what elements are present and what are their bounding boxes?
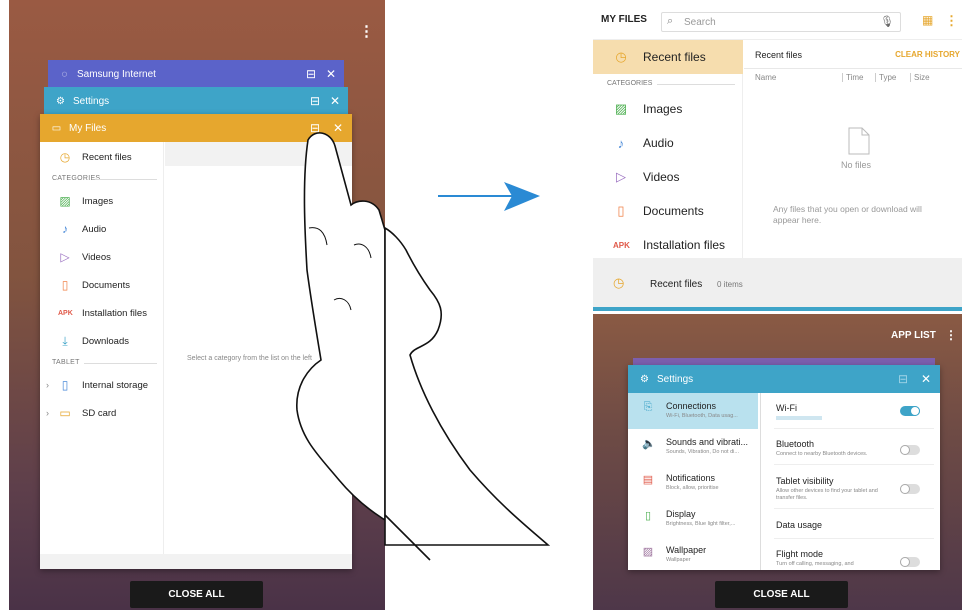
speaker-icon: 🔈 bbox=[642, 438, 656, 450]
app-title: MY FILES bbox=[601, 14, 647, 25]
footer-label: Recent files bbox=[650, 279, 703, 290]
bluetooth-toggle[interactable] bbox=[900, 445, 920, 455]
settings-menu: ⎘ Connections Wi-Fi, Bluetooth, Data usag… bbox=[628, 393, 761, 570]
section-label: CATEGORIES bbox=[607, 80, 653, 87]
sidebar-item-audio[interactable]: ♪ Audio bbox=[593, 126, 743, 160]
panel-heading: Recent files bbox=[755, 50, 803, 60]
recent-files-footer[interactable]: ◷ Recent files 0 items bbox=[593, 258, 962, 308]
setting-title: Data usage bbox=[776, 520, 823, 530]
empty-state-title: No files bbox=[841, 160, 872, 170]
column-header-size[interactable]: Size bbox=[910, 73, 930, 82]
sidebar-item-documents[interactable]: ▯ Documents bbox=[593, 194, 743, 228]
settings-item-subtitle: Brightness, Blue light filter,... bbox=[666, 521, 736, 527]
close-icon[interactable]: ✕ bbox=[921, 365, 931, 393]
search-input[interactable]: ⌕ Search 🎙 bbox=[661, 12, 901, 32]
settings-item-title: Wallpaper bbox=[666, 545, 707, 555]
wifi-toggle[interactable] bbox=[900, 406, 920, 416]
app-list-label[interactable]: APP LIST bbox=[891, 330, 936, 341]
settings-item-subtitle: Block, allow, prioritise bbox=[666, 485, 719, 491]
settings-item-connections[interactable]: ⎘ Connections Wi-Fi, Bluetooth, Data usag… bbox=[628, 393, 758, 429]
document-icon: ▯ bbox=[617, 203, 625, 218]
settings-item-subtitle: Wi-Fi, Bluetooth, Data usag... bbox=[666, 413, 738, 419]
clock-icon: ◷ bbox=[613, 275, 625, 290]
sidebar-item-label: Documents bbox=[643, 204, 704, 218]
more-options-icon[interactable]: ⋮ bbox=[945, 13, 958, 29]
image-icon: ▨ bbox=[614, 101, 628, 116]
settings-item-title: Notifications bbox=[666, 473, 716, 483]
my-files-sidebar: ◷ Recent files CATEGORIES ▨ Images ♪ Aud… bbox=[593, 40, 743, 258]
settings-item-title: Display bbox=[666, 509, 696, 519]
setting-subtitle: Allow other devices to find your tablet … bbox=[776, 488, 878, 501]
sidebar-item-images[interactable]: ▨ Images bbox=[593, 92, 743, 126]
setting-data-usage[interactable]: Data usage bbox=[776, 520, 928, 530]
settings-item-wallpaper[interactable]: ▨ Wallpaper Wallpaper bbox=[628, 537, 758, 570]
divider bbox=[774, 538, 934, 539]
divider bbox=[657, 84, 735, 85]
empty-file-icon bbox=[848, 127, 870, 155]
settings-icon: ⚙ bbox=[640, 373, 649, 385]
wallpaper-icon: ▨ bbox=[642, 546, 654, 558]
settings-item-sounds[interactable]: 🔈 Sounds and vibrati... Sounds, Vibration… bbox=[628, 429, 758, 465]
flight-mode-toggle[interactable] bbox=[900, 557, 920, 567]
column-header-name[interactable]: Name bbox=[755, 73, 776, 82]
sidebar-item-label: Audio bbox=[643, 136, 674, 150]
connections-icon: ⎘ bbox=[643, 401, 653, 413]
sidebar-item-label: Recent files bbox=[643, 50, 706, 64]
grid-view-icon[interactable]: ▦ bbox=[922, 13, 933, 27]
sidebar-item-videos[interactable]: ▷ Videos bbox=[593, 160, 743, 194]
tablet-visibility-toggle[interactable] bbox=[900, 484, 920, 494]
music-note-icon: ♪ bbox=[617, 135, 625, 151]
card-settings[interactable]: ⚙ Settings ⊟ ✕ ⎘ Connections Wi-Fi, Bluet… bbox=[628, 365, 940, 570]
card-settings-header: ⚙ Settings ⊟ ✕ bbox=[628, 365, 940, 393]
divider bbox=[774, 508, 934, 509]
video-icon: ▷ bbox=[616, 169, 626, 184]
microphone-icon[interactable]: 🎙 bbox=[880, 15, 894, 28]
notification-icon: ▤ bbox=[642, 474, 654, 486]
more-options-icon[interactable]: ⋮ bbox=[945, 328, 957, 342]
hand-overflow bbox=[384, 226, 551, 546]
divider bbox=[774, 464, 934, 465]
divider bbox=[744, 68, 962, 69]
sidebar-item-label: Videos bbox=[643, 170, 680, 184]
settings-item-title: Connections bbox=[666, 401, 717, 411]
settings-item-display[interactable]: ▯ Display Brightness, Blue light filter,.… bbox=[628, 501, 758, 537]
my-files-toolbar: MY FILES ⌕ Search 🎙 ▦ ⋮ bbox=[593, 0, 962, 40]
sidebar-item-label: Images bbox=[643, 102, 683, 116]
divider bbox=[774, 428, 934, 429]
close-all-button[interactable]: CLOSE ALL bbox=[715, 581, 848, 608]
wifi-network-name-redacted bbox=[776, 416, 822, 420]
search-placeholder: Search bbox=[684, 17, 716, 28]
setting-bluetooth[interactable]: Bluetooth Connect to nearby Bluetooth de… bbox=[776, 439, 928, 458]
split-view-icon[interactable]: ⊟ bbox=[898, 365, 908, 393]
sidebar-item-installation-files[interactable]: APK Installation files bbox=[593, 228, 743, 262]
empty-state-text: Any files that you open or download will… bbox=[773, 204, 922, 225]
setting-flight-mode[interactable]: Flight mode Turn off calling, messaging,… bbox=[776, 549, 928, 568]
clock-icon: ◷ bbox=[615, 49, 627, 64]
sidebar-item-recent[interactable]: ◷ Recent files bbox=[593, 40, 743, 74]
footer-count: 0 items bbox=[717, 280, 743, 289]
sidebar-item-label: Installation files bbox=[643, 238, 726, 252]
settings-item-subtitle: Sounds, Vibration, Do not di... bbox=[666, 449, 739, 455]
search-icon: ⌕ bbox=[667, 15, 674, 27]
column-header-time[interactable]: Time bbox=[842, 73, 863, 82]
column-header-type[interactable]: Type bbox=[875, 73, 896, 82]
split-screen: MY FILES ⌕ Search 🎙 ▦ ⋮ ◷ Recent files C… bbox=[593, 0, 962, 610]
apk-icon: APK bbox=[613, 240, 630, 250]
app-list-pane: APP LIST ⋮ ⚙ Settings ⊟ ✕ ⎘ Connections W… bbox=[593, 314, 962, 610]
settings-item-title: Sounds and vibrati... bbox=[666, 437, 749, 447]
card-title: Settings bbox=[657, 373, 694, 385]
settings-item-notifications[interactable]: ▤ Notifications Block, allow, prioritise bbox=[628, 465, 758, 501]
setting-tablet-visibility[interactable]: Tablet visibility Allow other devices to… bbox=[776, 476, 928, 502]
settings-item-subtitle: Wallpaper bbox=[666, 557, 691, 563]
display-icon: ▯ bbox=[644, 510, 652, 522]
clear-history-button[interactable]: CLEAR HISTORY bbox=[895, 50, 960, 59]
setting-wifi[interactable]: Wi-Fi bbox=[776, 403, 928, 420]
